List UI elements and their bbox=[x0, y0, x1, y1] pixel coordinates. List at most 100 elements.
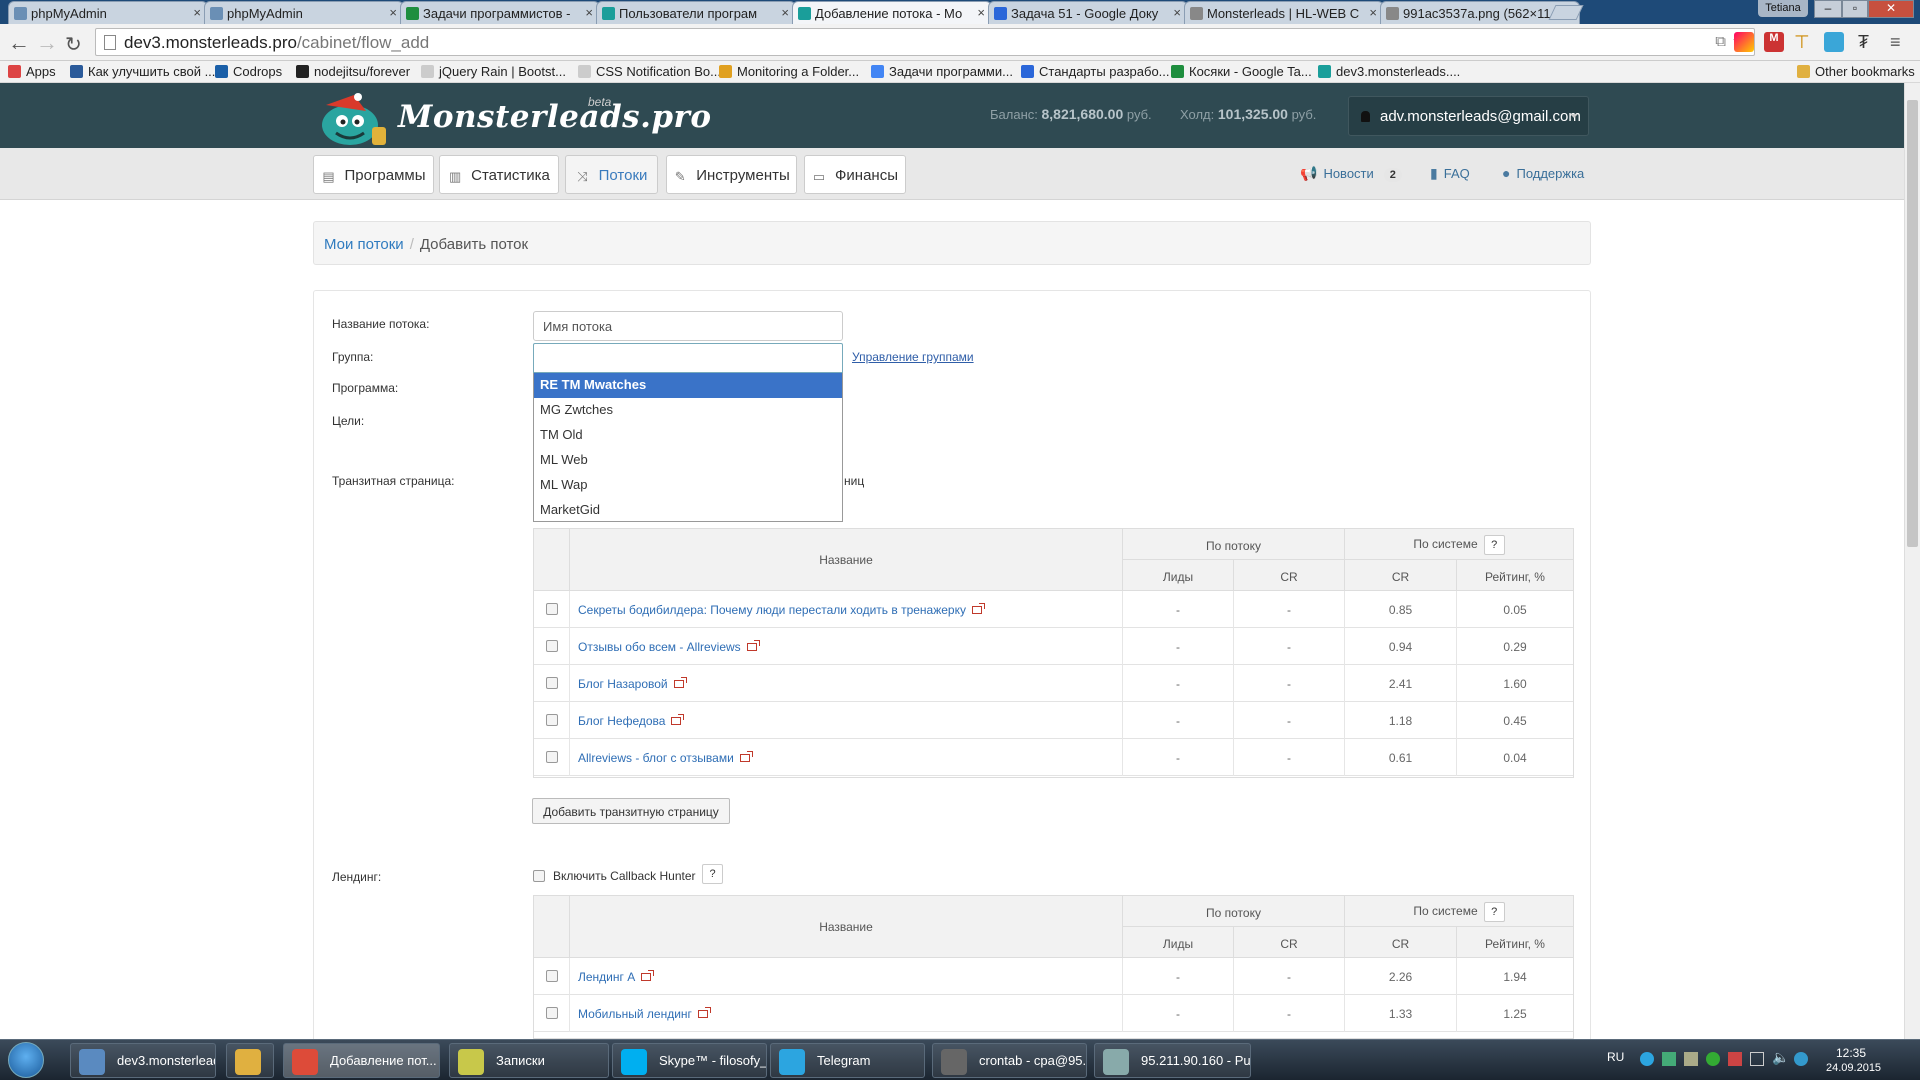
faq-link[interactable]: ▮ FAQ bbox=[1430, 165, 1470, 182]
clock-time[interactable]: 12:35 bbox=[1836, 1046, 1866, 1060]
tab-close-icon[interactable]: × bbox=[585, 5, 593, 20]
nav-finance[interactable]: ▭ Финансы bbox=[804, 155, 906, 194]
add-transit-page-button[interactable]: Добавить транзитную страницу bbox=[532, 798, 730, 824]
row-checkbox[interactable] bbox=[545, 640, 558, 652]
tab-close-icon[interactable]: × bbox=[977, 5, 985, 20]
browser-tab[interactable]: phpMyAdmin × bbox=[204, 1, 404, 24]
browser-tab[interactable]: 991ac3537a.png (562×11× bbox=[1380, 1, 1580, 24]
row-name-link[interactable]: Лендинг А bbox=[578, 970, 635, 984]
external-link-icon[interactable] bbox=[739, 751, 753, 762]
taskbar-item[interactable]: Skype™ - filosofy_... bbox=[612, 1043, 767, 1078]
extension-menu-icon[interactable]: ₮ bbox=[1858, 32, 1878, 52]
volume-icon[interactable]: 🔈 bbox=[1772, 1049, 1789, 1066]
forward-icon[interactable]: → bbox=[36, 30, 58, 56]
tray-app-icon[interactable] bbox=[1706, 1052, 1720, 1066]
callback-hunter-checkbox[interactable] bbox=[533, 870, 545, 882]
address-bar[interactable]: dev3.monsterleads.pro/cabinet/flow_add ⧉… bbox=[95, 28, 1755, 56]
breadcrumb-my-flows[interactable]: Мои потоки bbox=[324, 236, 404, 253]
row-name-link[interactable]: Allreviews - блог с отзывами bbox=[578, 751, 734, 765]
group-option[interactable]: TM Old bbox=[534, 423, 842, 448]
telegram-tray-icon[interactable] bbox=[1640, 1052, 1654, 1066]
bookmark-item[interactable]: Codrops bbox=[215, 64, 282, 79]
row-name-link[interactable]: Блог Назаровой bbox=[578, 677, 668, 691]
nav-tools[interactable]: ✎ Инструменты bbox=[666, 155, 797, 194]
manage-groups-link[interactable]: Управление группами bbox=[852, 350, 974, 364]
browser-tab[interactable]: Задача 51 - Google Доку × bbox=[988, 1, 1188, 24]
tray-app-icon[interactable] bbox=[1684, 1052, 1698, 1066]
account-dropdown[interactable]: adv.monsterleads@gmail.com bbox=[1348, 96, 1589, 136]
nav-statistics[interactable]: ▥ Статистика bbox=[439, 155, 559, 194]
row-name-link[interactable]: Отзывы обо всем - Allreviews bbox=[578, 640, 741, 654]
bookmark-item[interactable]: jQuery Rain | Bootst... bbox=[421, 64, 566, 79]
taskbar-item[interactable] bbox=[226, 1043, 274, 1078]
close-window-icon[interactable]: ✕ bbox=[1868, 0, 1914, 18]
group-option[interactable]: ML Web bbox=[534, 448, 842, 473]
group-option[interactable]: RE TM Mwatches bbox=[534, 373, 842, 398]
row-name-link[interactable]: Мобильный лендинг bbox=[578, 1007, 692, 1021]
nav-flows[interactable]: ⤨ Потоки bbox=[565, 155, 658, 194]
support-link[interactable]: ● Поддержка bbox=[1502, 165, 1584, 181]
bookmark-item[interactable]: Apps bbox=[8, 64, 56, 79]
scrollbar-thumb[interactable] bbox=[1907, 100, 1918, 547]
flow-name-input[interactable]: Имя потока bbox=[533, 311, 843, 341]
group-select[interactable] bbox=[533, 343, 843, 373]
group-option[interactable]: MG Zwtches bbox=[534, 398, 842, 423]
browser-tab[interactable]: phpMyAdmin × bbox=[8, 1, 208, 24]
row-checkbox[interactable] bbox=[545, 1007, 558, 1019]
bookmark-item[interactable]: Косяки - Google Ta... bbox=[1171, 64, 1312, 79]
nav-programs[interactable]: ▤ Программы bbox=[313, 155, 434, 194]
taskbar-item[interactable]: dev3.monsterlead... bbox=[70, 1043, 216, 1078]
news-link[interactable]: 📢 Новости 2 bbox=[1300, 165, 1402, 182]
extension-blue-icon[interactable] bbox=[1824, 32, 1844, 52]
bookmark-item[interactable]: CSS Notification Bo... bbox=[578, 64, 721, 79]
help-button[interactable]: ? bbox=[1483, 535, 1505, 555]
row-name-link[interactable]: Блог Нефедова bbox=[578, 714, 665, 728]
external-link-icon[interactable] bbox=[673, 677, 687, 688]
taskbar-item[interactable]: Записки bbox=[449, 1043, 609, 1078]
minimize-icon[interactable]: – bbox=[1814, 0, 1842, 18]
row-name-link[interactable]: Секреты бодибилдера: Почему люди переста… bbox=[578, 603, 966, 617]
back-icon[interactable]: ← bbox=[8, 30, 30, 56]
taskbar-item[interactable]: crontab - cpa@95.... bbox=[932, 1043, 1087, 1078]
clock-date[interactable]: 24.09.2015 bbox=[1826, 1062, 1881, 1074]
monster-logo-icon[interactable] bbox=[314, 91, 388, 147]
language-indicator[interactable]: RU bbox=[1607, 1050, 1624, 1064]
bookmark-item[interactable]: Как улучшить свой ... bbox=[70, 64, 215, 79]
gmail-extension-icon[interactable]: M bbox=[1764, 32, 1784, 52]
row-checkbox[interactable] bbox=[545, 677, 558, 689]
row-checkbox[interactable] bbox=[545, 603, 558, 615]
tab-close-icon[interactable]: × bbox=[1173, 5, 1181, 20]
tab-close-icon[interactable]: × bbox=[1369, 5, 1377, 20]
browser-tab[interactable]: Задачи программистов - × bbox=[400, 1, 600, 24]
external-link-icon[interactable] bbox=[746, 640, 760, 651]
help-button[interactable]: ? bbox=[1483, 902, 1505, 922]
skype-tray-icon[interactable] bbox=[1794, 1052, 1808, 1066]
translate-icon[interactable]: ⧉ bbox=[1715, 33, 1726, 50]
bookmark-item[interactable]: dev3.monsterleads.... bbox=[1318, 64, 1460, 79]
external-link-icon[interactable] bbox=[697, 1007, 711, 1018]
logo-text[interactable]: Monsterleads.pro bbox=[398, 99, 712, 135]
tab-close-icon[interactable]: × bbox=[781, 5, 789, 20]
tray-app-icon[interactable] bbox=[1662, 1052, 1676, 1066]
bookmark-item[interactable]: Стандарты разрабо... bbox=[1021, 64, 1170, 79]
extension-tool-icon[interactable]: ⊤ bbox=[1794, 32, 1814, 52]
tab-close-icon[interactable]: × bbox=[193, 5, 201, 20]
maximize-icon[interactable]: ▫ bbox=[1842, 0, 1868, 18]
external-link-icon[interactable] bbox=[641, 970, 655, 981]
browser-tab[interactable]: Monsterleads | HL-WEB С × bbox=[1184, 1, 1384, 24]
other-bookmarks[interactable]: Other bookmarks bbox=[1797, 64, 1915, 79]
bookmark-item[interactable]: Monitoring a Folder... bbox=[719, 64, 859, 79]
row-checkbox[interactable] bbox=[545, 714, 558, 726]
external-link-icon[interactable] bbox=[671, 714, 685, 725]
reload-icon[interactable]: ↻ bbox=[65, 32, 82, 57]
browser-tab[interactable]: Добавление потока - Мо × bbox=[792, 1, 992, 25]
profile-name[interactable]: Tetiana bbox=[1758, 0, 1808, 17]
bookmark-item[interactable]: nodejitsu/forever bbox=[296, 64, 410, 79]
browser-tab[interactable]: Пользователи програм × bbox=[596, 1, 796, 24]
group-option[interactable]: ML Wap bbox=[534, 473, 842, 498]
taskbar-item[interactable]: 95.211.90.160 - Pu... bbox=[1094, 1043, 1251, 1078]
callback-help-button[interactable]: ? bbox=[702, 864, 723, 884]
extension-color-icon[interactable] bbox=[1734, 32, 1754, 52]
external-link-icon[interactable] bbox=[971, 603, 985, 614]
taskbar-item[interactable]: Telegram bbox=[770, 1043, 925, 1078]
